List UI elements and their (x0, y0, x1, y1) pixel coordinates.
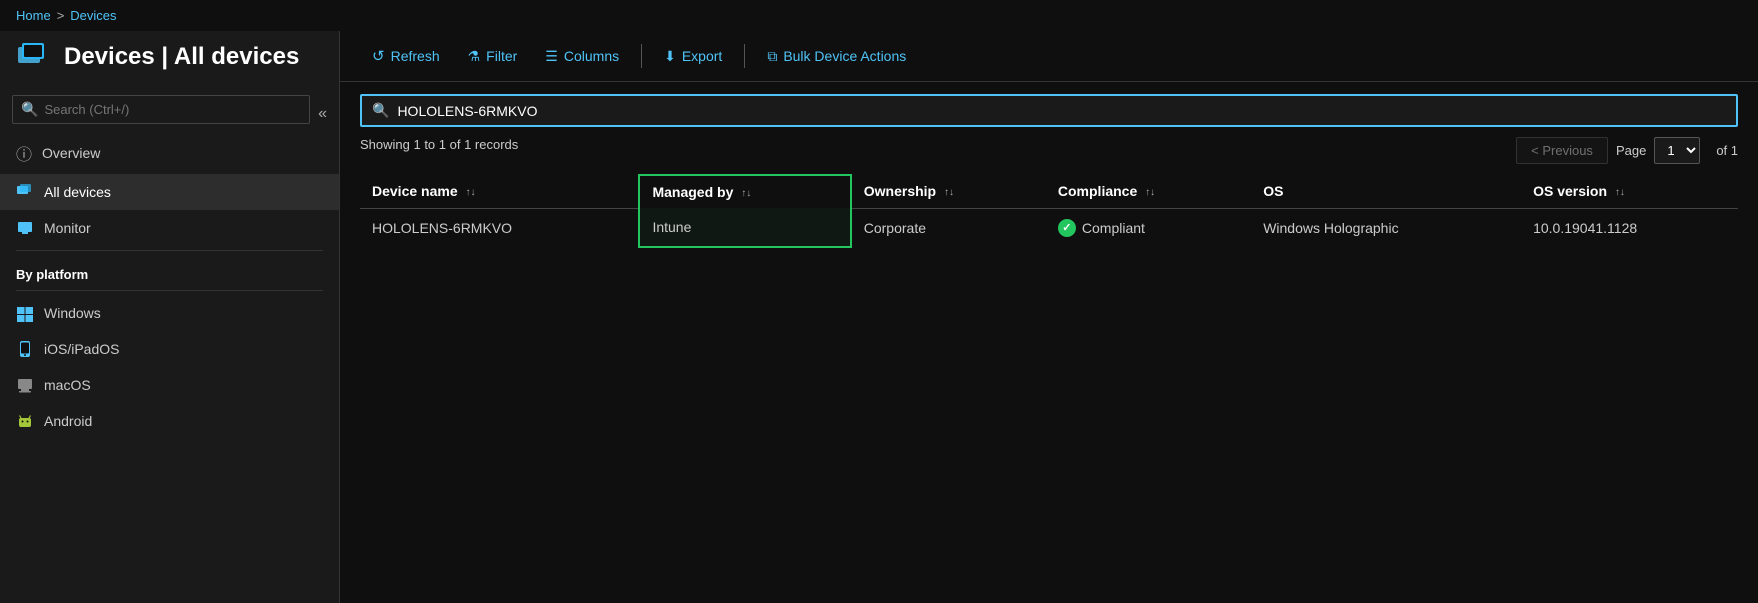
all-devices-icon (16, 183, 34, 201)
breadcrumb: Home > Devices (0, 0, 1758, 31)
section-divider (16, 250, 323, 251)
breadcrumb-home[interactable]: Home (16, 8, 51, 23)
sort-icon[interactable]: ↑↓ (1145, 187, 1155, 198)
refresh-button[interactable]: ↺ Refresh (360, 41, 452, 71)
compliance-label: Compliant (1082, 220, 1145, 236)
macos-icon (16, 376, 34, 394)
pagination: < Previous Page 1 of 1 (1516, 137, 1738, 164)
cell-compliance: ✓ Compliant (1046, 208, 1251, 247)
sidebar-item-android[interactable]: Android (0, 403, 339, 439)
page-title: Devices | All devices (64, 43, 299, 71)
columns-icon: ☰ (545, 48, 558, 65)
toolbar: ↺ Refresh ⚗ Filter ☰ Columns ⬇ Export ⧉ … (340, 31, 1758, 82)
sidebar-search-input[interactable] (44, 102, 301, 117)
cell-os-version: 10.0.19041.1128 (1521, 208, 1738, 247)
table-search-icon: 🔍 (372, 102, 389, 119)
col-header-compliance[interactable]: Compliance ↑↓ (1046, 175, 1251, 208)
cell-ownership: Corporate (851, 208, 1046, 247)
refresh-label: Refresh (391, 48, 440, 64)
table-search-bar[interactable]: 🔍 (360, 94, 1738, 127)
toolbar-divider-1 (641, 44, 642, 68)
sidebar-collapse-button[interactable]: « (310, 101, 335, 127)
filter-button[interactable]: ⚗ Filter (456, 42, 530, 71)
bulk-actions-button[interactable]: ⧉ Bulk Device Actions (755, 42, 918, 71)
columns-label: Columns (564, 48, 619, 64)
of-label: of 1 (1716, 143, 1738, 158)
col-header-os-version[interactable]: OS version ↑↓ (1521, 175, 1738, 208)
bulk-actions-label: Bulk Device Actions (783, 48, 906, 64)
sort-icon[interactable]: ↑↓ (741, 188, 751, 199)
col-header-device-name[interactable]: Device name ↑↓ (360, 175, 639, 208)
table-row[interactable]: HOLOLENS-6RMKVO Intune Corporate ✓ Compl… (360, 208, 1738, 247)
table-search-input[interactable] (397, 103, 1726, 119)
cell-device-name: HOLOLENS-6RMKVO (360, 208, 639, 247)
data-table: Device name ↑↓ Managed by ↑↓ Ownership ↑… (360, 174, 1738, 248)
col-header-label: Device name (372, 183, 458, 199)
col-header-ownership[interactable]: Ownership ↑↓ (851, 175, 1046, 208)
record-count: Showing 1 to 1 of 1 records (360, 137, 518, 152)
export-icon: ⬇ (664, 48, 676, 65)
breadcrumb-separator: > (57, 8, 65, 23)
col-header-label: Ownership (864, 183, 936, 199)
sidebar-item-label: Android (44, 413, 92, 429)
sort-icon[interactable]: ↑↓ (1615, 187, 1625, 198)
windows-icon (16, 304, 34, 322)
sidebar-item-label: All devices (44, 184, 111, 200)
cell-managed-by: Intune (639, 208, 850, 247)
sidebar-item-label: macOS (44, 377, 91, 393)
export-button[interactable]: ⬇ Export (652, 42, 734, 71)
devices-icon (16, 39, 52, 75)
android-icon (16, 412, 34, 430)
col-header-label: Managed by (652, 184, 733, 200)
bulk-actions-icon: ⧉ (767, 48, 777, 65)
by-platform-header: By platform (0, 255, 339, 286)
sidebar-search-row: 🔍 « (0, 91, 339, 132)
sidebar-item-macos[interactable]: macOS (0, 367, 339, 403)
filter-label: Filter (486, 48, 517, 64)
sort-icon[interactable]: ↑↓ (466, 187, 476, 198)
col-header-managed-by[interactable]: Managed by ↑↓ (639, 175, 850, 208)
sidebar-item-label: Overview (42, 145, 100, 161)
breadcrumb-current[interactable]: Devices (70, 8, 116, 23)
monitor-icon (16, 219, 34, 237)
sidebar-item-label: Windows (44, 305, 101, 321)
cell-os: Windows Holographic (1251, 208, 1521, 247)
previous-label: < Previous (1531, 143, 1593, 158)
main-content: ↺ Refresh ⚗ Filter ☰ Columns ⬇ Export ⧉ … (340, 31, 1758, 603)
search-icon: 🔍 (21, 101, 38, 118)
compliance-badge: ✓ Compliant (1058, 219, 1239, 237)
sidebar: Devices | All devices 🔍 « ⓘ Overview All… (0, 31, 340, 603)
sidebar-item-ios[interactable]: iOS/iPadOS (0, 331, 339, 367)
col-header-os[interactable]: OS (1251, 175, 1521, 208)
refresh-icon: ↺ (372, 47, 385, 65)
sidebar-search-box[interactable]: 🔍 (12, 95, 310, 124)
toolbar-divider-2 (744, 44, 745, 68)
page-select[interactable]: 1 (1654, 137, 1700, 164)
export-label: Export (682, 48, 722, 64)
section-divider-2 (16, 290, 323, 291)
compliance-check-icon: ✓ (1058, 219, 1076, 237)
sort-icon[interactable]: ↑↓ (944, 187, 954, 198)
columns-button[interactable]: ☰ Columns (533, 42, 631, 71)
sidebar-nav: ⓘ Overview All devices Monitor By platfo… (0, 132, 339, 439)
table-area: 🔍 Showing 1 to 1 of 1 records < Previous… (340, 82, 1758, 603)
ios-icon (16, 340, 34, 358)
col-header-label: OS version (1533, 183, 1607, 199)
overview-icon: ⓘ (16, 141, 32, 165)
sidebar-item-label: Monitor (44, 220, 91, 236)
col-header-label: Compliance (1058, 183, 1137, 199)
sidebar-item-all-devices[interactable]: All devices (0, 174, 339, 210)
sidebar-item-label: iOS/iPadOS (44, 341, 119, 357)
sidebar-item-windows[interactable]: Windows (0, 295, 339, 331)
sidebar-item-monitor[interactable]: Monitor (0, 210, 339, 246)
filter-icon: ⚗ (468, 48, 481, 65)
col-header-label: OS (1263, 183, 1283, 199)
sidebar-item-overview[interactable]: ⓘ Overview (0, 132, 339, 174)
previous-button[interactable]: < Previous (1516, 137, 1608, 164)
page-label: Page (1616, 143, 1646, 158)
table-header-row: Device name ↑↓ Managed by ↑↓ Ownership ↑… (360, 175, 1738, 208)
page-header: Devices | All devices (0, 31, 339, 91)
